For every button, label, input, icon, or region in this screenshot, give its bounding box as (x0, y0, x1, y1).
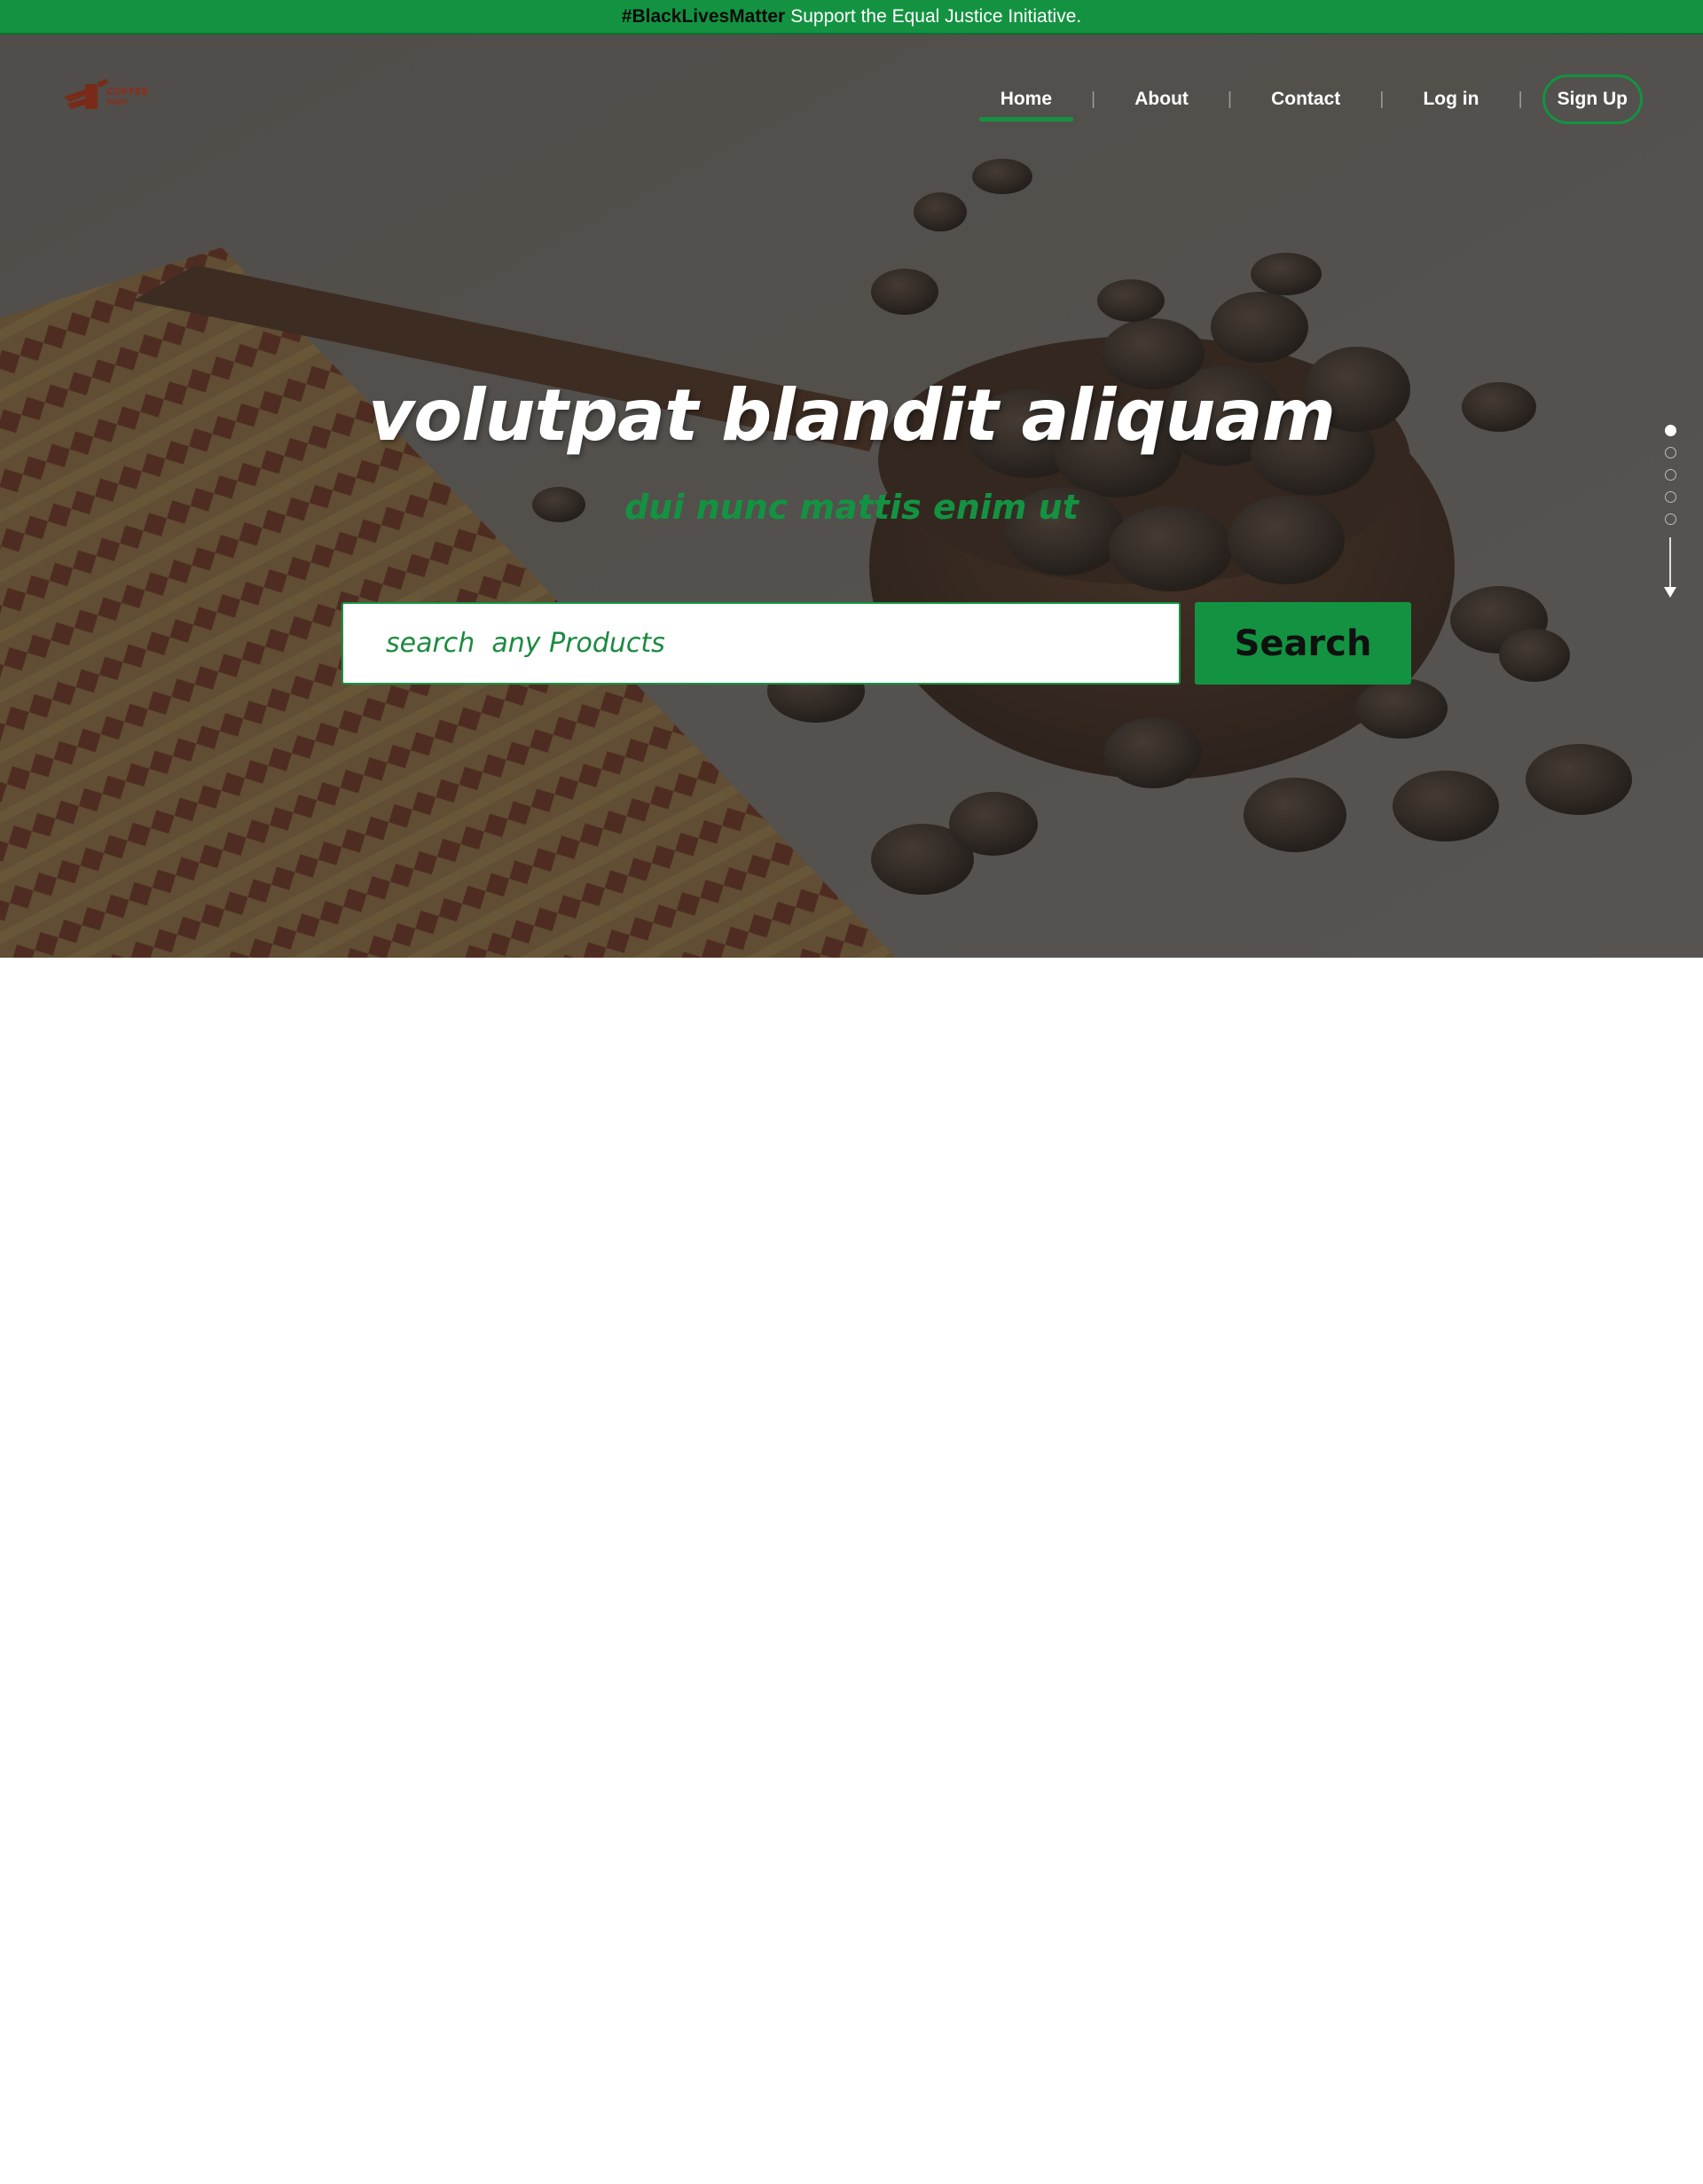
slider-dot[interactable] (1664, 447, 1676, 458)
search-input[interactable] (341, 602, 1181, 685)
scroll-down-arrow-icon[interactable] (1664, 587, 1676, 598)
slider-dot[interactable] (1664, 469, 1676, 481)
page-content-area (0, 958, 1703, 2184)
scroll-indicator-line (1669, 537, 1671, 589)
search-button[interactable]: Search (1195, 602, 1411, 685)
hero-title: volutpat blandit aliquam (368, 374, 1336, 457)
slider-dot[interactable] (1664, 513, 1676, 525)
slider-pagination (1664, 425, 1676, 598)
coffee-port-logo[interactable]: COFFEE PORT (60, 77, 149, 116)
nav-home[interactable]: Home (978, 74, 1074, 125)
nav-separator: | (1379, 89, 1385, 109)
signup-button[interactable]: Sign Up (1542, 74, 1643, 124)
announcement-hashtag[interactable]: #BlackLivesMatter (622, 6, 785, 27)
nav-about[interactable]: About (1113, 74, 1210, 125)
nav-separator: | (1091, 89, 1096, 109)
announcement-bar: #BlackLivesMatter Support the Equal Just… (0, 0, 1703, 35)
logo-text-line2: PORT (106, 98, 128, 106)
slider-dot[interactable] (1664, 491, 1676, 503)
logo-text-line1: COFFEE (106, 86, 148, 98)
main-nav: Home | About | Contact | Log in | Sign U… (978, 74, 1643, 125)
slider-dot[interactable] (1664, 425, 1676, 436)
hero-subtitle: dui nunc mattis enim ut (624, 488, 1079, 527)
announcement-message[interactable]: Support the Equal Justice Initiative. (790, 6, 1081, 27)
nav-contact[interactable]: Contact (1250, 74, 1362, 125)
nav-login[interactable]: Log in (1401, 74, 1500, 125)
nav-separator: | (1518, 89, 1523, 109)
nav-separator: | (1227, 89, 1233, 109)
hero-section: COFFEE PORT Home | About | Contact | Log… (0, 35, 1703, 958)
